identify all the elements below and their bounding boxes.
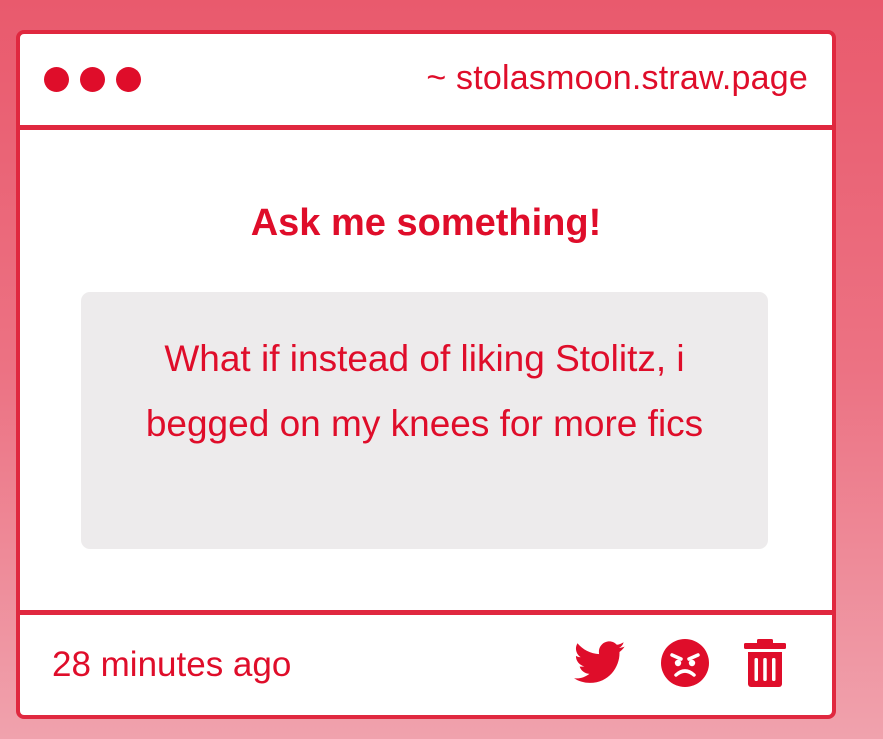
action-bar <box>574 638 786 688</box>
twitter-icon <box>574 641 626 683</box>
window-controls <box>44 67 141 92</box>
window-dot-icon <box>44 67 69 92</box>
site-url: ~ stolasmoon.straw.page <box>426 59 808 97</box>
timestamp: 28 minutes ago <box>52 645 292 684</box>
window-titlebar: ~ stolasmoon.straw.page <box>20 34 832 130</box>
window-dot-icon <box>80 67 105 92</box>
angry-face-icon <box>661 639 709 687</box>
delete-button[interactable] <box>744 638 786 688</box>
report-button[interactable] <box>660 638 710 688</box>
share-twitter-button[interactable] <box>574 641 626 685</box>
question-text: What if instead of liking Stolitz, i beg… <box>81 292 768 549</box>
card-footer: 28 minutes ago <box>20 615 832 716</box>
question-card: ~ stolasmoon.straw.page Ask me something… <box>16 30 836 719</box>
window-dot-icon <box>116 67 141 92</box>
trash-icon <box>744 639 786 687</box>
page-title: Ask me something! <box>250 202 602 244</box>
question-content: Ask me something! What if instead of lik… <box>20 130 832 615</box>
